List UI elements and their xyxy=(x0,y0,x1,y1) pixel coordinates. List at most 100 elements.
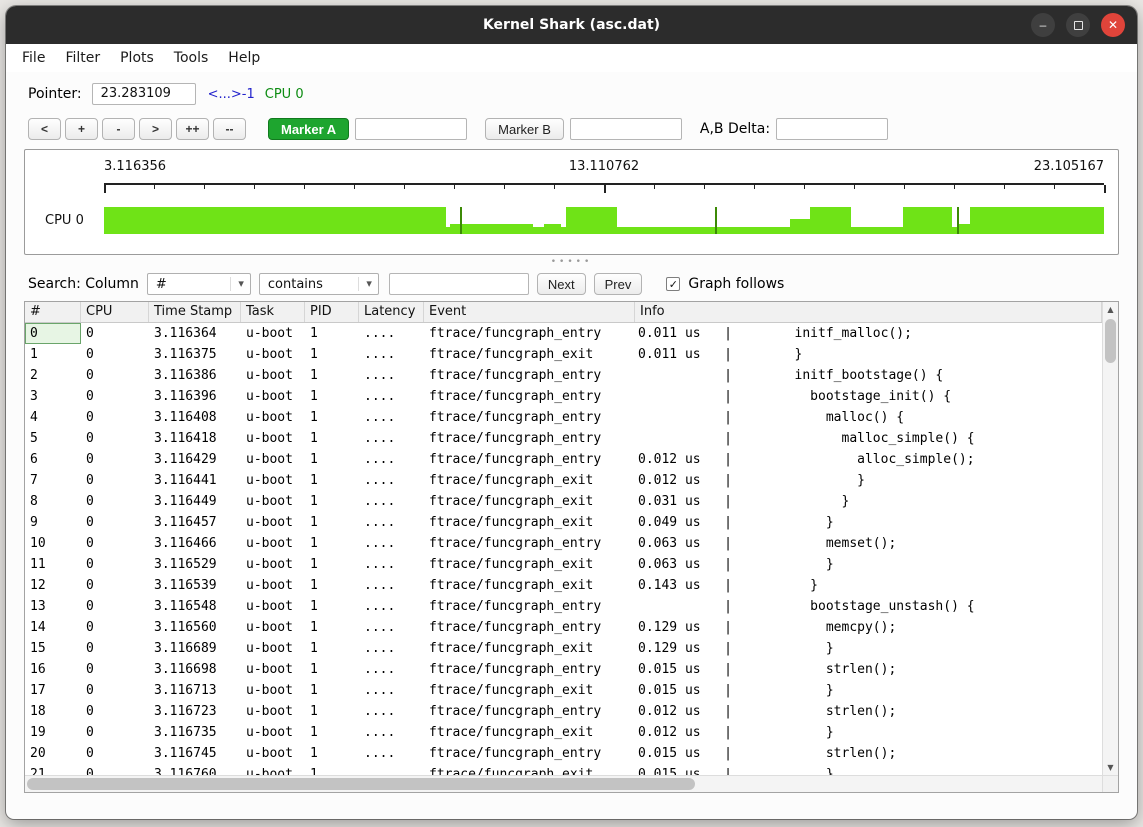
zoom-out-fast-button[interactable]: -- xyxy=(213,118,246,140)
cell: 0 xyxy=(81,554,149,575)
table-row[interactable]: 1803.116723u-boot1....ftrace/funcgraph_e… xyxy=(25,701,1102,722)
search-bar: Search: Column # ▾ contains ▾ Next Prev … xyxy=(28,271,1137,297)
cell: 1 xyxy=(305,407,359,428)
table-row[interactable]: 603.116429u-boot1....ftrace/funcgraph_en… xyxy=(25,449,1102,470)
scroll-right-button[interactable]: > xyxy=(139,118,172,140)
vertical-scroll-thumb[interactable] xyxy=(1105,319,1116,363)
horizontal-scrollbar[interactable] xyxy=(25,775,1102,792)
scroll-down-icon[interactable]: ▼ xyxy=(1103,760,1118,775)
cell: u-boot xyxy=(241,743,305,764)
cell: .... xyxy=(359,407,424,428)
cpu0-plot[interactable] xyxy=(104,207,1104,234)
menu-item-help[interactable]: Help xyxy=(228,50,260,66)
minimize-button[interactable]: – xyxy=(1031,13,1055,37)
table-row[interactable]: 803.116449u-boot1....ftrace/funcgraph_ex… xyxy=(25,491,1102,512)
table-row[interactable]: 2003.116745u-boot1....ftrace/funcgraph_e… xyxy=(25,743,1102,764)
cell: 3.116375 xyxy=(149,344,241,365)
table-row[interactable]: 303.116396u-boot1....ftrace/funcgraph_en… xyxy=(25,386,1102,407)
maximize-icon xyxy=(1074,21,1083,30)
axis-tick xyxy=(704,185,705,189)
cell: 0.129 us | memcpy(); xyxy=(635,617,1102,638)
cell: ftrace/funcgraph_entry xyxy=(424,659,635,680)
table-row[interactable]: 1003.116466u-boot1....ftrace/funcgraph_e… xyxy=(25,533,1102,554)
cpu-activity-segment xyxy=(566,207,617,234)
cell: 1 xyxy=(305,428,359,449)
scroll-up-icon[interactable]: ▲ xyxy=(1103,302,1118,317)
cell: 3.116408 xyxy=(149,407,241,428)
axis-tick xyxy=(354,185,355,189)
cell: .... xyxy=(359,323,424,344)
ab-delta-input[interactable] xyxy=(776,118,888,140)
close-button[interactable]: ✕ xyxy=(1101,13,1125,37)
menu-item-plots[interactable]: Plots xyxy=(120,50,154,66)
search-condition-select[interactable]: contains ▾ xyxy=(259,273,379,295)
table-row[interactable]: 403.116408u-boot1....ftrace/funcgraph_en… xyxy=(25,407,1102,428)
splitter-handle[interactable]: ••••• xyxy=(6,255,1137,269)
cell: u-boot xyxy=(241,512,305,533)
cell: 1 xyxy=(305,764,359,775)
table-row[interactable]: 1103.116529u-boot1....ftrace/funcgraph_e… xyxy=(25,554,1102,575)
maximize-button[interactable] xyxy=(1066,13,1090,37)
cell: u-boot xyxy=(241,617,305,638)
marker-a-button[interactable]: Marker A xyxy=(268,118,349,140)
vertical-scrollbar[interactable]: ▲ ▼ xyxy=(1102,302,1118,775)
marker-b-position-input[interactable] xyxy=(570,118,682,140)
cell: | bootstage_init() { xyxy=(635,386,1102,407)
axis-tick xyxy=(954,185,955,189)
table-row[interactable]: 2103.116760u-boot1....ftrace/funcgraph_e… xyxy=(25,764,1102,775)
cell: 7 xyxy=(25,470,81,491)
search-label: Search: Column xyxy=(28,276,139,292)
search-column-select[interactable]: # ▾ xyxy=(147,273,251,295)
cell: 0.015 us | strlen(); xyxy=(635,659,1102,680)
cell: ftrace/funcgraph_entry xyxy=(424,743,635,764)
scrollbar-corner xyxy=(1102,775,1118,792)
table-row[interactable]: 703.116441u-boot1....ftrace/funcgraph_ex… xyxy=(25,470,1102,491)
marker-b-button[interactable]: Marker B xyxy=(485,118,564,140)
table-row[interactable]: 1603.116698u-boot1....ftrace/funcgraph_e… xyxy=(25,659,1102,680)
zoom-in-fast-button[interactable]: ++ xyxy=(176,118,209,140)
menu-item-tools[interactable]: Tools xyxy=(174,50,209,66)
table-row[interactable]: 1303.116548u-boot1....ftrace/funcgraph_e… xyxy=(25,596,1102,617)
cell: 0.011 us | } xyxy=(635,344,1102,365)
cell: ftrace/funcgraph_entry xyxy=(424,617,635,638)
time-axis-labels: 3.116356 13.110762 23.105167 xyxy=(104,159,1104,175)
table-row[interactable]: 203.116386u-boot1....ftrace/funcgraph_en… xyxy=(25,365,1102,386)
horizontal-scroll-thumb[interactable] xyxy=(27,778,695,790)
axis-tick xyxy=(1004,185,1005,189)
cell: 9 xyxy=(25,512,81,533)
table-row[interactable]: 903.116457u-boot1....ftrace/funcgraph_ex… xyxy=(25,512,1102,533)
table-row[interactable]: 1503.116689u-boot1....ftrace/funcgraph_e… xyxy=(25,638,1102,659)
splitter-dots-icon: ••••• xyxy=(551,259,593,265)
table-row[interactable]: 1903.116735u-boot1....ftrace/funcgraph_e… xyxy=(25,722,1102,743)
cell: 0.031 us | } xyxy=(635,491,1102,512)
cell: .... xyxy=(359,764,424,775)
cell: ftrace/funcgraph_exit xyxy=(424,512,635,533)
table-row[interactable]: 103.116375u-boot1....ftrace/funcgraph_ex… xyxy=(25,344,1102,365)
cell: 13 xyxy=(25,596,81,617)
cell: 3.116723 xyxy=(149,701,241,722)
axis-tick xyxy=(754,185,755,189)
menu-item-filter[interactable]: Filter xyxy=(65,50,100,66)
cell: 0 xyxy=(81,323,149,344)
cell: 0 xyxy=(81,596,149,617)
search-prev-button[interactable]: Prev xyxy=(594,273,643,295)
menu-item-file[interactable]: File xyxy=(22,50,45,66)
table-row[interactable]: 1203.116539u-boot1....ftrace/funcgraph_e… xyxy=(25,575,1102,596)
zoom-in-button[interactable]: + xyxy=(65,118,98,140)
table-row[interactable]: 003.116364u-boot1....ftrace/funcgraph_en… xyxy=(25,323,1102,344)
table-row[interactable]: 1703.116713u-boot1....ftrace/funcgraph_e… xyxy=(25,680,1102,701)
cell: 3.116364 xyxy=(149,323,241,344)
cell: .... xyxy=(359,743,424,764)
cell: 0 xyxy=(81,764,149,775)
zoom-out-button[interactable]: - xyxy=(102,118,135,140)
marker-a-position-input[interactable] xyxy=(355,118,467,140)
scroll-left-button[interactable]: < xyxy=(28,118,61,140)
table-row[interactable]: 503.116418u-boot1....ftrace/funcgraph_en… xyxy=(25,428,1102,449)
search-next-button[interactable]: Next xyxy=(537,273,586,295)
table-row[interactable]: 1403.116560u-boot1....ftrace/funcgraph_e… xyxy=(25,617,1102,638)
search-input[interactable] xyxy=(389,273,529,295)
cell: 14 xyxy=(25,617,81,638)
graph-follows-checkbox[interactable]: ✓ xyxy=(666,277,680,291)
cell: 1 xyxy=(305,344,359,365)
cell: u-boot xyxy=(241,470,305,491)
